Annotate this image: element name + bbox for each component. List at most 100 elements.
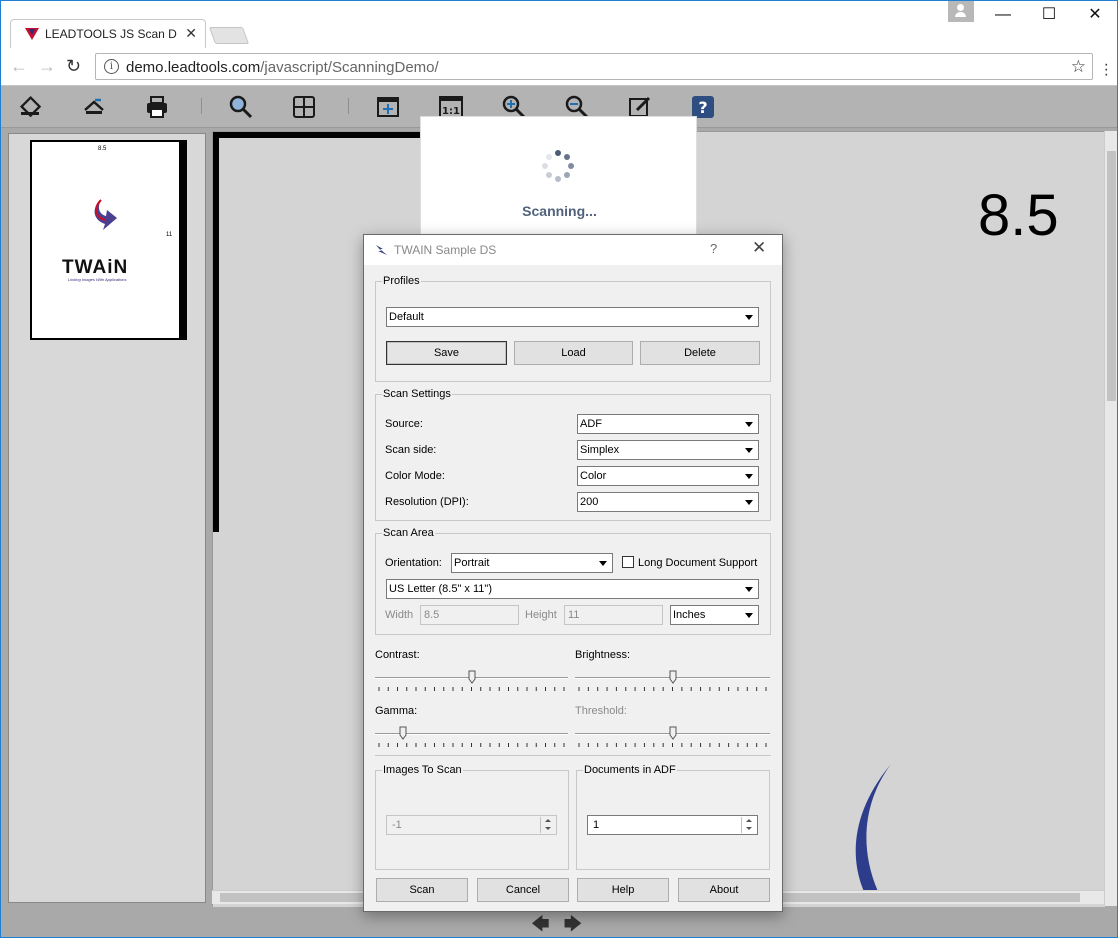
page-thumbnail[interactable]: 8.5 11 TWAiN Linking Images With Applica… bbox=[30, 140, 187, 340]
height-label: Height bbox=[525, 609, 557, 621]
orientation-select[interactable]: Portrait bbox=[451, 553, 613, 573]
source-select-value: ADF bbox=[580, 418, 602, 430]
source-select[interactable]: ADF bbox=[577, 414, 759, 434]
page-edge bbox=[213, 132, 219, 532]
profile-icon[interactable] bbox=[948, 0, 974, 22]
info-icon[interactable]: i bbox=[104, 59, 119, 74]
acquire-icon[interactable] bbox=[81, 94, 107, 120]
chevron-down-icon bbox=[741, 468, 757, 484]
help-button[interactable]: Help bbox=[577, 878, 669, 902]
about-button[interactable]: About bbox=[678, 878, 770, 902]
units-select[interactable]: Inches bbox=[670, 605, 759, 625]
previous-page-arrow-icon[interactable]: 🡄 bbox=[531, 914, 564, 934]
delete-profile-button[interactable]: Delete bbox=[640, 341, 760, 365]
images-to-scan-value: -1 bbox=[392, 819, 402, 831]
dialog-help-button[interactable]: ? bbox=[710, 241, 717, 256]
maximize-button[interactable]: ☐ bbox=[1026, 0, 1072, 30]
twain-logo-partial-icon bbox=[855, 764, 891, 902]
thumbnail-top-label: 8.5 bbox=[98, 146, 107, 152]
omnibox[interactable]: i demo.leadtools.com/javascript/Scanning… bbox=[95, 53, 1093, 80]
next-page-arrow-icon[interactable]: 🡆 bbox=[564, 914, 597, 934]
scan-button[interactable]: Scan bbox=[376, 878, 468, 902]
height-field[interactable]: 11 bbox=[564, 605, 663, 625]
resolution-select-value: 200 bbox=[580, 496, 599, 508]
scan-settings-legend: Scan Settings bbox=[383, 388, 451, 400]
slider-thumb[interactable] bbox=[669, 726, 677, 740]
color-mode-label: Color Mode: bbox=[385, 470, 445, 482]
thumbnail-shadow bbox=[179, 140, 187, 340]
profile-select[interactable]: Default bbox=[386, 307, 759, 327]
tab-title: LEADTOOLS JS Scan Demo bbox=[45, 27, 177, 41]
chevron-down-icon bbox=[595, 555, 611, 571]
zoom-tool-icon[interactable] bbox=[228, 94, 254, 120]
back-arrow-icon[interactable]: ← bbox=[10, 56, 28, 77]
paper-size-select[interactable]: US Letter (8.5" x 11") bbox=[386, 579, 759, 599]
save-profile-button[interactable]: Save bbox=[386, 341, 507, 365]
toolbar-separator bbox=[201, 98, 202, 114]
resolution-label: Resolution (DPI): bbox=[385, 496, 469, 508]
forward-arrow-icon[interactable]: → bbox=[38, 56, 56, 77]
bookmark-star-icon[interactable]: ☆ bbox=[1071, 57, 1086, 77]
close-window-button[interactable]: ✕ bbox=[1072, 0, 1118, 30]
browser-titlebar: LEADTOOLS JS Scan Demo ✕ — ☐ ✕ bbox=[0, 0, 1118, 50]
chevron-down-icon bbox=[741, 416, 757, 432]
page-navigator: 🡄🡆 bbox=[531, 912, 596, 938]
divider bbox=[375, 755, 771, 756]
scan-side-select[interactable]: Simplex bbox=[577, 440, 759, 460]
chevron-down-icon bbox=[741, 309, 757, 325]
chevron-down-icon bbox=[741, 581, 757, 597]
dialog-close-button[interactable]: ✕ bbox=[752, 238, 766, 258]
source-label: Source: bbox=[385, 418, 423, 430]
scanning-overlay: Scanning... bbox=[420, 116, 697, 240]
page-dimension-label: 8.5 bbox=[978, 183, 1059, 248]
dialog-titlebar[interactable]: TWAIN Sample DS ? ✕ bbox=[364, 235, 782, 265]
grid-icon[interactable] bbox=[291, 94, 317, 120]
slider-ticks bbox=[578, 687, 767, 691]
fit-page-icon[interactable] bbox=[375, 94, 401, 120]
scan-side-label: Scan side: bbox=[385, 444, 437, 456]
twain-dialog: TWAIN Sample DS ? ✕ Profiles Default Sav… bbox=[363, 234, 783, 912]
address-bar-row: ← → ↻ i demo.leadtools.com/javascript/Sc… bbox=[0, 50, 1118, 86]
slider-thumb[interactable] bbox=[669, 670, 677, 684]
profile-select-value: Default bbox=[389, 311, 424, 323]
load-profile-button[interactable]: Load bbox=[514, 341, 633, 365]
long-document-checkbox[interactable] bbox=[622, 556, 634, 568]
minimize-button[interactable]: — bbox=[980, 0, 1026, 30]
slider-thumb[interactable] bbox=[468, 670, 476, 684]
resolution-select[interactable]: 200 bbox=[577, 492, 759, 512]
slider-thumb[interactable] bbox=[399, 726, 407, 740]
cancel-button[interactable]: Cancel bbox=[477, 878, 569, 902]
slider-ticks bbox=[378, 743, 565, 747]
tab-close-icon[interactable]: ✕ bbox=[185, 25, 197, 42]
url-host: demo.leadtools.com bbox=[126, 59, 261, 76]
chevron-down-icon bbox=[741, 607, 757, 623]
scanning-status: Scanning... bbox=[522, 203, 597, 219]
browser-tab[interactable]: LEADTOOLS JS Scan Demo ✕ bbox=[10, 19, 206, 48]
vertical-scrollbar[interactable] bbox=[1104, 131, 1117, 906]
new-tab-button[interactable] bbox=[208, 27, 250, 44]
paper-size-select-value: US Letter (8.5" x 11") bbox=[389, 583, 492, 595]
url-text[interactable]: demo.leadtools.com/javascript/ScanningDe… bbox=[126, 59, 439, 76]
print-icon[interactable] bbox=[144, 94, 170, 120]
documents-in-adf-stepper[interactable]: 1 bbox=[587, 815, 758, 835]
width-field[interactable]: 8.5 bbox=[420, 605, 519, 625]
scan-area-legend: Scan Area bbox=[383, 527, 434, 539]
reload-icon[interactable]: ↻ bbox=[66, 56, 81, 77]
width-label: Width bbox=[385, 609, 414, 621]
stepper-arrows-icon[interactable] bbox=[540, 817, 555, 833]
scanner-icon[interactable] bbox=[18, 94, 44, 120]
images-to-scan-legend: Images To Scan bbox=[383, 764, 462, 776]
brightness-label: Brightness: bbox=[575, 649, 631, 661]
vertical-scroll-thumb[interactable] bbox=[1107, 151, 1116, 401]
browser-menu-icon[interactable]: · · · bbox=[1104, 57, 1109, 83]
slider-ticks bbox=[578, 743, 767, 747]
images-to-scan-stepper[interactable]: -1 bbox=[386, 815, 557, 835]
thumbnail-pane: 8.5 11 TWAiN Linking Images With Applica… bbox=[8, 133, 206, 903]
chevron-down-icon bbox=[741, 494, 757, 510]
stepper-arrows-icon[interactable] bbox=[741, 817, 756, 833]
leadtools-logo-icon bbox=[25, 28, 39, 40]
thumbnail-logo-text: TWAiN bbox=[62, 257, 129, 278]
color-mode-select[interactable]: Color bbox=[577, 466, 759, 486]
scan-side-select-value: Simplex bbox=[580, 444, 620, 456]
profiles-legend: Profiles bbox=[383, 275, 420, 287]
